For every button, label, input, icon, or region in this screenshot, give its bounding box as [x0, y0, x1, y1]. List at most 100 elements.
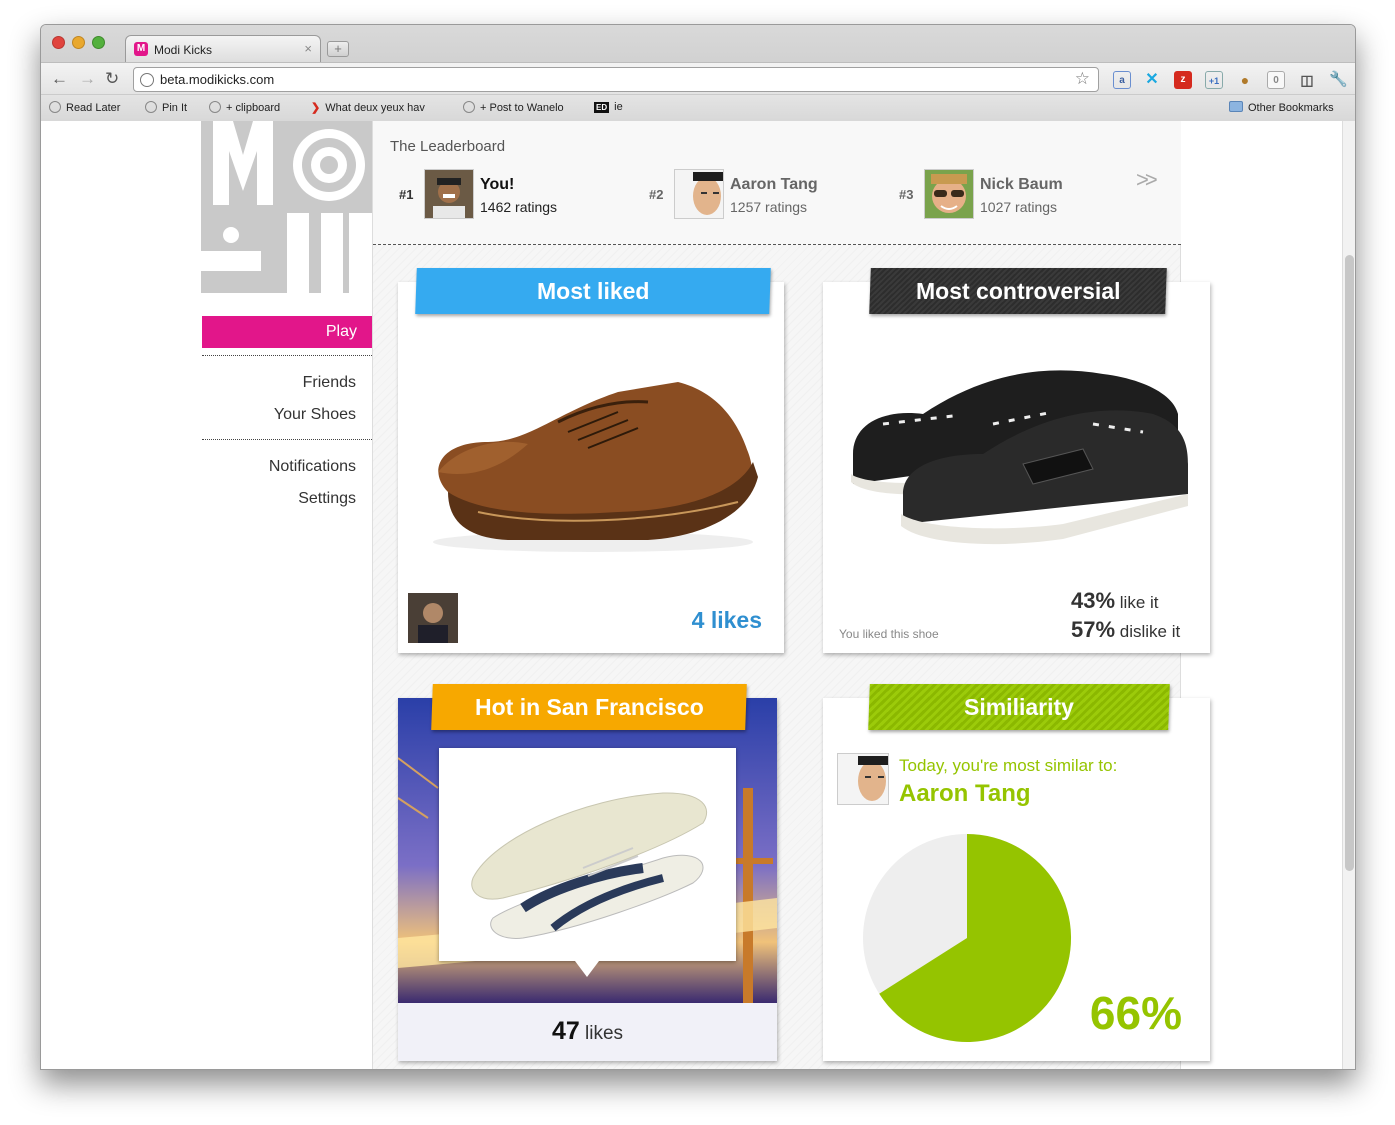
globe-icon	[209, 101, 221, 113]
leader-name[interactable]: Aaron Tang	[730, 176, 818, 194]
leader-rank: #2	[649, 187, 664, 202]
sidebar-item-your-shoes[interactable]: Your Shoes	[274, 406, 356, 424]
scrollbar-thumb[interactable]	[1345, 255, 1354, 871]
zotero-extension-icon[interactable]: z	[1174, 71, 1192, 89]
hot-likes-label: likes	[579, 1023, 624, 1044]
leaderboard-next-icon[interactable]: >>	[1136, 167, 1158, 193]
vertical-scrollbar[interactable]	[1342, 121, 1355, 1069]
modi-logo-icon	[201, 121, 372, 293]
brown-oxford-shoe-image[interactable]	[418, 352, 768, 562]
sidebar-item-settings[interactable]: Settings	[298, 490, 356, 508]
bookmark-label: Pin It	[162, 102, 188, 114]
browser-chrome: M Modi Kicks × + ← → ↻ beta.modikicks.co…	[41, 25, 1355, 121]
similarity-title: Similiarity	[964, 694, 1074, 720]
most-controversial-banner: Most controversial	[869, 268, 1167, 314]
leader-ratings: 1462 ratings	[480, 199, 558, 215]
back-icon[interactable]: ←	[51, 69, 68, 89]
modi-favicon-icon: M	[134, 42, 148, 56]
similar-user-avatar[interactable]	[837, 753, 889, 805]
similarity-pie-chart	[863, 834, 1072, 1042]
other-bookmarks-label: Other Bookmarks	[1248, 102, 1334, 114]
leader-name[interactable]: Nick Baum	[980, 176, 1063, 194]
leader-name[interactable]: You!	[480, 176, 514, 194]
bookmark-label: Read Later	[66, 102, 121, 114]
black-loafer-shoe-image[interactable]	[843, 354, 1193, 564]
bookmark-wanelo[interactable]: + Post to Wanelo	[463, 101, 564, 114]
bookmark-pin-it[interactable]: Pin It	[145, 101, 187, 114]
address-bar[interactable]: beta.modikicks.com ☆	[133, 67, 1099, 92]
globe-icon	[145, 101, 157, 113]
user-photo-icon	[408, 593, 458, 643]
most-controversial-title: Most controversial	[915, 278, 1121, 304]
leader-ratings: 1257 ratings	[730, 199, 808, 215]
other-bookmarks[interactable]: Other Bookmarks	[1229, 101, 1334, 114]
hot-likes-bar: 47 likes	[398, 1003, 777, 1061]
cookie-extension-icon[interactable]: ●	[1236, 71, 1254, 89]
bookmark-clipboard[interactable]: + clipboard	[209, 101, 280, 114]
dislike-percent: 57%	[1071, 617, 1116, 642]
globe-icon	[140, 73, 154, 87]
page-viewport: Play Friends Your Shoes Notifications Se…	[41, 121, 1355, 1069]
hot-likes: 47 likes	[398, 1017, 777, 1046]
onitsuka-sneaker-image	[471, 792, 708, 939]
bookmark-ie[interactable]: ED ie	[594, 101, 623, 113]
leader-ratings: 1027 ratings	[980, 199, 1058, 215]
sidebar-play-button[interactable]: Play	[202, 316, 372, 348]
user-photo-icon	[838, 754, 888, 804]
counter-extension-icon[interactable]: 0	[1267, 71, 1285, 89]
wrench-icon[interactable]: 🔧	[1329, 71, 1348, 89]
dislike-stat: 57% dislike it	[1071, 617, 1180, 643]
globe-icon	[463, 101, 475, 113]
similarity-percent: 66%	[1089, 987, 1182, 1039]
bookmark-deux-yeux[interactable]: ❯ What deux yeux hav	[311, 101, 447, 114]
leaderboard-title: The Leaderboard	[390, 138, 506, 155]
browser-tab[interactable]: M Modi Kicks ×	[125, 35, 321, 62]
globe-icon	[49, 101, 61, 113]
reload-icon[interactable]: ↻	[105, 69, 119, 89]
similar-user-name[interactable]: Aaron Tang	[899, 780, 1031, 808]
forward-icon[interactable]: →	[79, 69, 96, 89]
avatar[interactable]	[924, 169, 974, 219]
most-liked-title: Most liked	[536, 278, 650, 304]
tag-extension-icon[interactable]: a	[1113, 71, 1131, 89]
sidebar-item-notifications[interactable]: Notifications	[269, 458, 356, 476]
main-content: The Leaderboard #1 You! 1462 ratings #2 …	[372, 121, 1210, 1069]
avatar[interactable]	[424, 169, 474, 219]
new-tab-button[interactable]: +	[327, 41, 349, 57]
liker-avatar[interactable]	[408, 593, 458, 643]
leader-rank: #3	[899, 187, 914, 202]
x-extension-icon[interactable]: ✕	[1143, 71, 1161, 89]
zoom-window-button[interactable]	[92, 36, 105, 49]
folder-icon	[1229, 101, 1243, 112]
user-photo-icon	[425, 170, 473, 218]
avatar[interactable]	[674, 169, 724, 219]
hot-shoe-frame[interactable]	[439, 748, 736, 977]
similarity-card: Today, you're most similar to: Aaron Tan…	[823, 698, 1210, 1061]
user-photo-icon	[675, 170, 723, 218]
similarity-banner: Similiarity	[868, 684, 1170, 730]
browser-window: M Modi Kicks × + ← → ↻ beta.modikicks.co…	[40, 24, 1356, 1070]
close-window-button[interactable]	[52, 36, 65, 49]
modi-logo[interactable]	[201, 121, 372, 293]
plus-one-extension-icon[interactable]: +1	[1205, 71, 1223, 89]
hot-in-sf-banner: Hot in San Francisco	[431, 684, 747, 730]
bookmark-label: ie	[614, 101, 623, 113]
sidebar-divider	[202, 355, 372, 356]
tab-close-icon[interactable]: ×	[304, 41, 312, 56]
bookmark-star-icon[interactable]: ☆	[1075, 69, 1090, 89]
like-label: like it	[1115, 593, 1159, 612]
hot-likes-number: 47	[551, 1017, 580, 1045]
user-photo-icon	[925, 170, 973, 218]
tab-title: Modi Kicks	[154, 43, 213, 57]
bookmark-label: What deux yeux hav	[325, 102, 425, 114]
most-controversial-card: You liked this shoe 43% like it 57% disl…	[823, 282, 1210, 653]
minimize-window-button[interactable]	[72, 36, 85, 49]
sidebar-item-friends[interactable]: Friends	[303, 374, 356, 392]
hot-in-sf-title: Hot in San Francisco	[474, 694, 704, 720]
similarity-subtitle: Today, you're most similar to:	[899, 756, 1118, 775]
bookmarks-bar: Read Later Pin It + clipboard ❯ What deux…	[41, 95, 1355, 121]
ed-icon: ED	[594, 102, 610, 113]
page-menu-icon[interactable]: ◫	[1298, 71, 1316, 89]
bookmark-read-later[interactable]: Read Later	[49, 101, 120, 114]
like-percent: 43%	[1071, 588, 1116, 613]
